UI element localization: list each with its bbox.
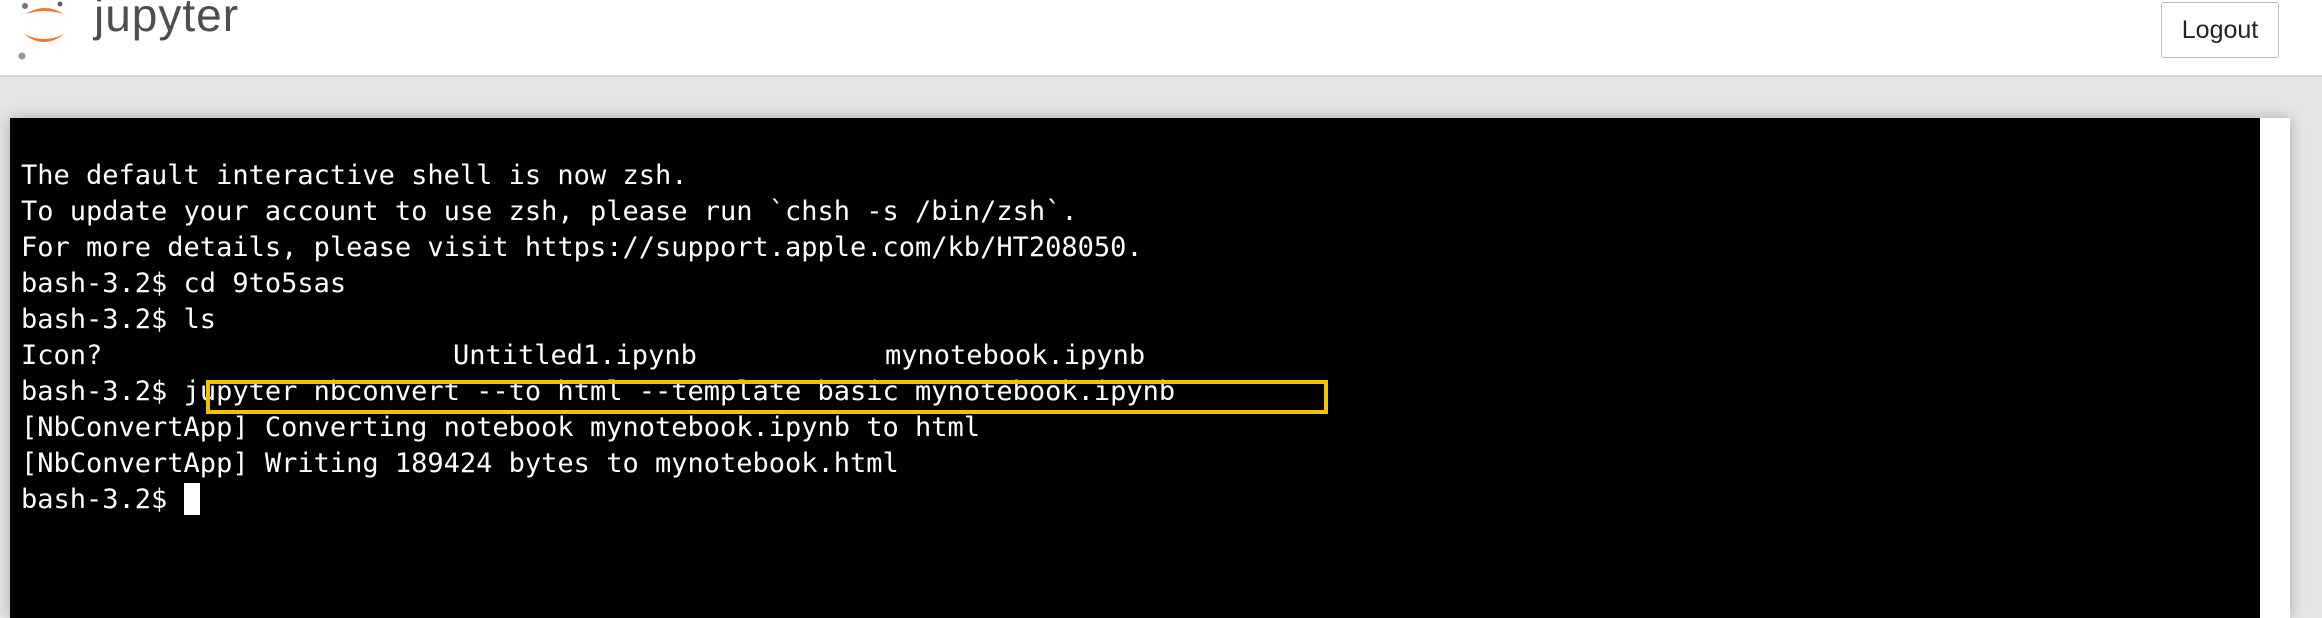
final-prompt: bash-3.2$ — [21, 484, 184, 515]
logo-text: jupyter — [94, 0, 240, 41]
terminal-line: bash-3.2$ ls — [21, 304, 217, 335]
terminal-line: For more details, please visit https://s… — [21, 232, 1143, 263]
jupyter-logo[interactable]: jupyter — [18, 0, 238, 62]
terminal-cursor — [183, 482, 200, 515]
ls-item-untitled1: Untitled1.ipynb — [453, 340, 697, 371]
command-line: bash-3.2$ jupyter nbconvert --to html --… — [21, 374, 1175, 410]
terminal-scrollbar[interactable] — [2260, 118, 2290, 618]
prompt: bash-3.2$ — [21, 376, 184, 407]
highlighted-command: jupyter nbconvert --to html --template b… — [183, 376, 1176, 407]
terminal[interactable]: The default interactive shell is now zsh… — [10, 118, 2260, 618]
ls-item-icon: Icon? — [21, 340, 103, 371]
logout-button[interactable]: Logout — [2161, 2, 2279, 58]
ls-item-mynotebook: mynotebook.ipynb — [885, 340, 1146, 371]
terminal-panel: The default interactive shell is now zsh… — [10, 118, 2290, 618]
jupyter-logo-icon — [18, 1, 64, 60]
final-prompt-line: bash-3.2$ — [21, 482, 200, 518]
terminal-line: To update your account to use zsh, pleas… — [21, 196, 1078, 227]
header-bar: jupyter Logout — [0, 0, 2322, 77]
terminal-output-line: [NbConvertApp] Converting notebook mynot… — [21, 412, 981, 443]
terminal-line: The default interactive shell is now zsh… — [21, 160, 688, 191]
ls-output-line: Icon? Untitled1.ipynb mynotebook.ipynb — [21, 338, 1321, 374]
terminal-line: bash-3.2$ cd 9to5sas — [21, 268, 347, 299]
terminal-output-line: [NbConvertApp] Writing 189424 bytes to m… — [21, 448, 899, 479]
